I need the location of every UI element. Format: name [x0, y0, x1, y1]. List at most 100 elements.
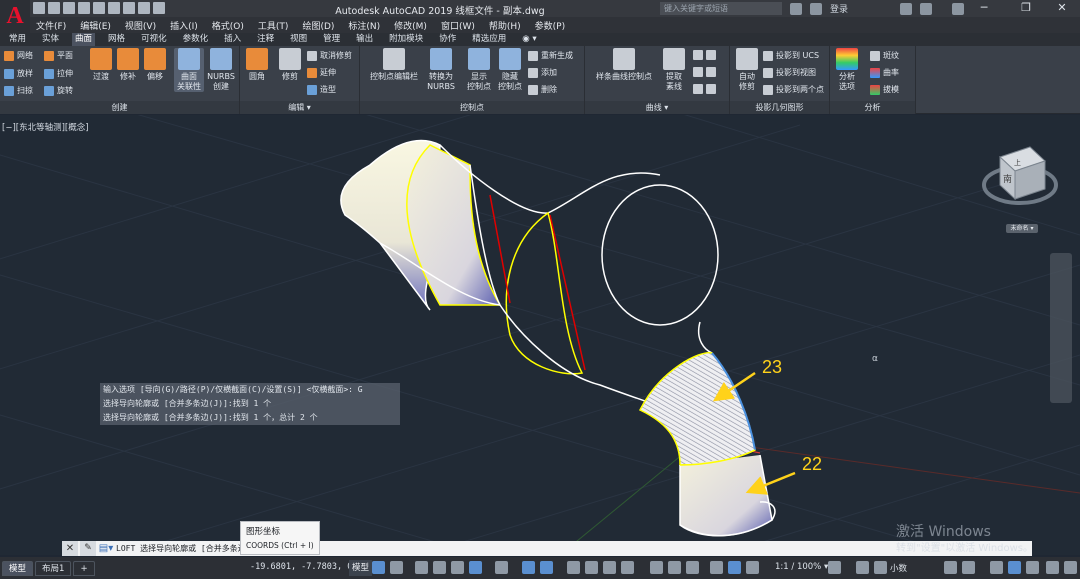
remove-cv-button[interactable]: 删除 — [528, 84, 557, 95]
tab-insert[interactable]: 插入 — [221, 33, 244, 46]
viewcube[interactable]: 上 南 — [982, 146, 1058, 205]
curve-tool-1-button[interactable] — [693, 50, 716, 60]
cart-icon[interactable] — [900, 2, 913, 15]
extend-button[interactable]: 延伸 — [307, 67, 336, 78]
ortho-icon[interactable] — [451, 561, 464, 574]
close-icon[interactable]: ✕ — [62, 541, 78, 556]
show-cv-button[interactable]: 显示 控制点 — [464, 48, 494, 92]
navigation-bar[interactable] — [1050, 253, 1072, 403]
lineweight-icon[interactable] — [567, 561, 580, 574]
model-space-toggle[interactable]: 模型 — [349, 560, 373, 576]
minimize-button[interactable]: ─ — [968, 0, 1000, 17]
annotation-scale-select[interactable]: 1:1 / 100% ▾ — [775, 562, 828, 572]
hide-cv-button[interactable]: 隐藏 控制点 — [495, 48, 525, 92]
customization-icon[interactable] — [1046, 561, 1059, 574]
clean-screen-icon[interactable] — [1026, 561, 1039, 574]
units-select[interactable]: 小数 — [890, 562, 907, 574]
account-icon[interactable] — [920, 2, 933, 15]
autocad-logo[interactable]: A — [0, 0, 30, 33]
convert-nurbs-button[interactable]: 转换为 NURBS — [426, 48, 456, 92]
annotation-visibility-icon[interactable] — [710, 561, 723, 574]
surface-associativity-button[interactable]: 曲面 关联性 — [174, 48, 204, 92]
tab-annotate[interactable]: 注释 — [254, 33, 277, 46]
blend-button[interactable]: 过渡 — [86, 48, 116, 82]
3d-osnap-icon[interactable] — [621, 561, 634, 574]
restore-button[interactable]: ❐ — [1010, 0, 1042, 17]
trim-button[interactable]: 修剪 — [275, 48, 305, 82]
curve-tool-3-button[interactable] — [693, 84, 716, 94]
menu-icon[interactable] — [1064, 561, 1077, 574]
auto-scale-icon[interactable] — [728, 561, 741, 574]
project-to-ucs-button[interactable]: 投影到 UCS — [763, 50, 819, 61]
selection-filter-icon[interactable] — [668, 561, 681, 574]
menu-help[interactable]: 帮助(H) — [489, 19, 521, 32]
wrench-icon[interactable]: ✎ — [80, 541, 96, 556]
snap-icon[interactable] — [390, 561, 403, 574]
annotation-scale-icon[interactable] — [746, 561, 759, 574]
tab-parametric[interactable]: 参数化 — [180, 33, 212, 46]
selection-cycling-icon[interactable] — [603, 561, 616, 574]
patch-button[interactable]: 修补 — [113, 48, 143, 82]
menu-draw[interactable]: 绘图(D) — [302, 19, 334, 32]
lock-ui-icon[interactable] — [962, 561, 975, 574]
menu-tools[interactable]: 工具(T) — [258, 19, 289, 32]
extrude-button[interactable]: 拉伸 — [44, 68, 73, 79]
tab-visualize[interactable]: 可视化 — [138, 33, 170, 46]
menu-format[interactable]: 格式(O) — [212, 19, 244, 32]
menu-dimension[interactable]: 标注(N) — [348, 19, 380, 32]
sweep-button[interactable]: 扫掠 — [4, 85, 33, 96]
viewcube-top-face[interactable]: 上 — [1014, 158, 1021, 167]
isolate-objects-icon[interactable] — [990, 561, 1003, 574]
menu-modify[interactable]: 修改(M) — [394, 19, 427, 32]
cv-edit-bar-button[interactable]: 控制点编辑栏 — [366, 48, 422, 82]
annotation-monitor-icon[interactable] — [856, 561, 869, 574]
analysis-options-button[interactable]: 分析 选项 — [832, 48, 862, 92]
object-snap-tracking-icon[interactable] — [522, 561, 535, 574]
tab-home[interactable]: 常用 — [6, 33, 29, 46]
menu-insert[interactable]: 插入(I) — [170, 19, 198, 32]
grid-icon[interactable] — [372, 561, 385, 574]
workspace-gear-icon[interactable] — [828, 561, 841, 574]
hardware-acceleration-icon[interactable] — [1008, 561, 1021, 574]
panel-curves-label[interactable]: 曲线 ▾ — [585, 101, 729, 114]
panel-edit-label[interactable]: 编辑 ▾ — [240, 101, 359, 114]
spline-cv-button[interactable]: 样条曲线控制点 — [589, 48, 659, 82]
add-layout-button[interactable]: + — [73, 560, 95, 576]
curve-tool-2-button[interactable] — [693, 67, 716, 77]
dynamic-ucs-icon[interactable] — [650, 561, 663, 574]
dynamic-input-icon[interactable] — [433, 561, 446, 574]
login-button[interactable]: 登录 — [830, 2, 848, 15]
project-two-points-button[interactable]: 投影到两个点 — [763, 84, 824, 95]
planar-surface-button[interactable]: 平面 — [44, 50, 73, 61]
quick-properties-icon[interactable] — [944, 561, 957, 574]
tab-collaborate[interactable]: 协作 — [436, 33, 459, 46]
tab-featured-apps[interactable]: 精选应用 — [469, 33, 509, 46]
panel-create-label[interactable]: 创建 — [0, 101, 239, 114]
nurbs-creation-button[interactable]: NURBS 创建 — [206, 48, 236, 92]
gizmo-icon[interactable] — [686, 561, 699, 574]
object-snap-icon[interactable] — [540, 561, 553, 574]
command-line[interactable]: ✕ ✎ ▤▾ LOFT 选择导向轮廓或 [合并多条边(J)]: — [62, 541, 1032, 556]
units-icon[interactable] — [874, 561, 887, 574]
isodraft-icon[interactable] — [495, 561, 508, 574]
tab-model[interactable]: 模型 — [2, 560, 34, 576]
menu-view[interactable]: 视图(V) — [125, 19, 156, 32]
transparency-icon[interactable] — [585, 561, 598, 574]
offset-button[interactable]: 偏移 — [140, 48, 170, 82]
rebuild-button[interactable]: 重新生成 — [528, 50, 573, 61]
tab-mesh[interactable]: 网格 — [105, 33, 128, 46]
model-canvas[interactable]: 23 22 α 上 南 — [0, 115, 1080, 555]
infer-constraints-icon[interactable] — [415, 561, 428, 574]
tab-view[interactable]: 视图 — [287, 33, 310, 46]
tab-layout1[interactable]: 布局1 — [35, 560, 72, 576]
auto-trim-button[interactable]: 自动 修剪 — [732, 48, 762, 92]
sculpt-button[interactable]: 造型 — [307, 84, 336, 95]
tab-output[interactable]: 输出 — [353, 33, 376, 46]
close-button[interactable]: ✕ — [1046, 0, 1078, 17]
drawing-viewport[interactable]: 23 22 α 上 南 [−][东北等轴测][概念] 未命名 ▾ — [0, 115, 1080, 555]
fillet-button[interactable]: 圆角 — [242, 48, 272, 82]
ribbon-minimize-icon[interactable]: ◉ ▾ — [519, 33, 539, 46]
curvature-button[interactable]: 曲率 — [870, 67, 899, 78]
zebra-button[interactable]: 斑纹 — [870, 50, 899, 61]
menu-window[interactable]: 窗口(W) — [441, 19, 475, 32]
